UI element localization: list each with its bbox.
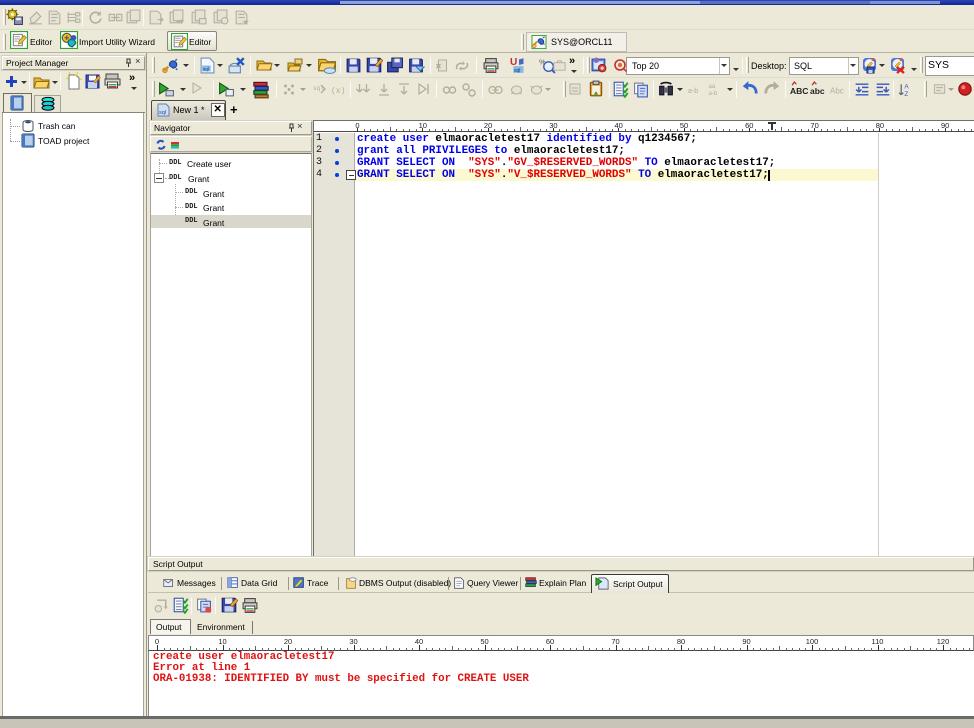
svg-text:ABC: ABC (790, 86, 808, 96)
svg-text:sql: sql (514, 68, 520, 74)
svg-text:aa: aa (709, 84, 716, 90)
svg-text:A: A (904, 83, 909, 90)
svg-text:Abc: Abc (830, 87, 844, 96)
svg-text:a-b: a-b (688, 88, 698, 95)
svg-text:(x): (x) (331, 87, 345, 96)
svg-text:abc: abc (810, 86, 825, 96)
svg-text:a-b: a-b (709, 91, 718, 97)
svg-text:sql: sql (159, 110, 166, 116)
svg-text:sql: sql (203, 66, 209, 72)
svg-text:Z: Z (904, 91, 908, 98)
